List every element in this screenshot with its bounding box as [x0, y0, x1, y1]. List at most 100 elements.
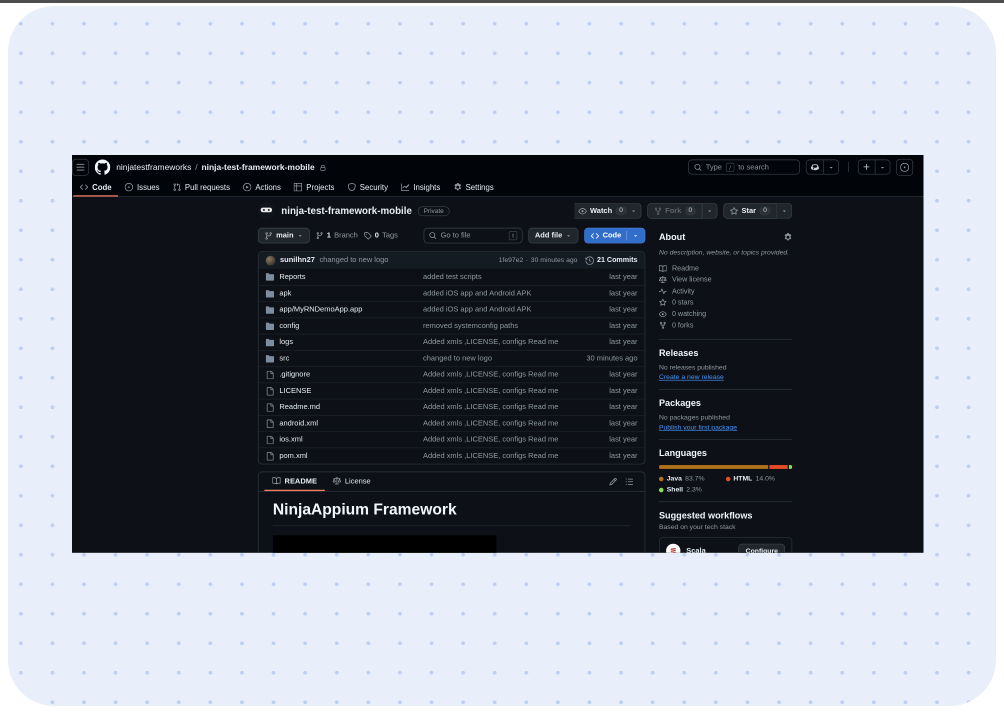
tab-pull-requests[interactable]: Pull requests [166, 179, 236, 197]
file-row: ios.xml Added xmls ,LICENSE, configs Read… [259, 431, 645, 447]
branches-link[interactable]: 1Branch [316, 232, 358, 240]
file-name[interactable]: ios.xml [279, 436, 302, 444]
workflow-name[interactable]: Scala [686, 547, 732, 553]
activity-link[interactable]: Activity [659, 286, 792, 297]
watch-button[interactable]: Watch 0 [574, 203, 641, 219]
star-icon [659, 299, 667, 307]
create-new-dropdown[interactable] [875, 160, 890, 174]
watching-link[interactable]: 0 watching [659, 308, 792, 319]
copilot-dropdown[interactable] [823, 160, 838, 174]
plus-icon[interactable] [859, 160, 875, 174]
breadcrumb-owner[interactable]: ninjatestframeworks [116, 162, 191, 172]
star-dropdown[interactable] [777, 203, 792, 219]
commit-hash[interactable]: 1fe97e2 [499, 256, 524, 264]
commit-history-link[interactable]: 21 Commits [585, 256, 637, 264]
file-commit-message[interactable]: changed to new logo [423, 355, 586, 363]
languages-legend: Java83.7% HTML14.0% Shell2.3% [659, 475, 792, 494]
languages-bar[interactable] [659, 465, 792, 469]
create-release-link[interactable]: Create a new release [659, 373, 724, 381]
tab-insights[interactable]: Insights [394, 179, 446, 197]
file-commit-message[interactable]: Added xmls ,LICENSE, configs Read me [423, 420, 609, 428]
tab-actions[interactable]: Actions [236, 179, 287, 197]
file-name[interactable]: config [279, 322, 299, 330]
tab-settings[interactable]: Settings [447, 179, 501, 197]
git-branch-icon [316, 232, 324, 240]
header-divider [848, 162, 849, 172]
tab-readme[interactable]: README [264, 472, 324, 491]
play-icon [243, 183, 251, 191]
github-logo[interactable] [95, 159, 111, 175]
file-name[interactable]: src [279, 355, 289, 363]
file-name[interactable]: pom.xml [279, 452, 307, 460]
code-button[interactable]: Code [584, 228, 645, 244]
file-name[interactable]: LICENSE [279, 387, 311, 395]
tab-security[interactable]: Security [341, 179, 395, 197]
workflow-card: Scala Configure Build and test a Scala p… [659, 537, 792, 553]
tab-license[interactable]: License [325, 472, 379, 491]
forks-link[interactable]: 0 forks [659, 320, 792, 331]
star-button[interactable]: Star 0 [723, 203, 777, 219]
star-button-group: Star 0 [723, 203, 792, 219]
pencil-icon[interactable] [609, 477, 617, 485]
tab-code[interactable]: Code [73, 179, 118, 197]
language-java[interactable]: Java83.7% [659, 475, 726, 483]
commit-message[interactable]: changed to new logo [319, 256, 388, 264]
file-name[interactable]: app/MyRNDemoApp.app [279, 306, 362, 314]
tab-projects[interactable]: Projects [287, 179, 341, 197]
readme-link[interactable]: Readme [659, 263, 792, 274]
book-icon [659, 265, 667, 273]
copilot-icon[interactable] [807, 160, 824, 174]
branch-selector[interactable]: main [258, 228, 310, 244]
file-name[interactable]: .gitignore [279, 371, 310, 379]
file-commit-message[interactable]: Added xmls ,LICENSE, configs Read me [423, 403, 609, 411]
file-table: sunilhn27 changed to new logo 1fe97e2 · … [258, 251, 645, 464]
watch-button-group: Watch 0 [574, 203, 641, 219]
fork-button[interactable]: Fork 0 [647, 203, 703, 219]
outline-list-icon[interactable] [625, 477, 633, 485]
create-new-button[interactable] [858, 160, 891, 175]
star-count: 0 [759, 206, 770, 215]
language-shell[interactable]: Shell2.3% [659, 486, 726, 494]
file-commit-message[interactable]: added iOS app and Android APK [423, 306, 609, 314]
file-commit-message[interactable]: Added xmls ,LICENSE, configs Read me [423, 371, 609, 379]
configure-button[interactable]: Configure [739, 544, 786, 553]
language-dot [659, 476, 664, 481]
file-commit-message[interactable]: Added xmls ,LICENSE, configs Read me [423, 387, 609, 395]
file-name[interactable]: apk [279, 290, 291, 298]
copilot-button[interactable] [806, 160, 839, 175]
readme-body: NinjaAppium Framework [259, 492, 645, 553]
file-commit-message[interactable]: Added xmls ,LICENSE, configs Read me [423, 338, 609, 346]
folder-icon [266, 273, 274, 281]
file-commit-message[interactable]: added iOS app and Android APK [423, 290, 609, 298]
stars-link[interactable]: 0 stars [659, 297, 792, 308]
issues-header-button[interactable] [896, 159, 913, 176]
file-commit-message[interactable]: added test scripts [423, 273, 609, 281]
avatar[interactable] [266, 255, 276, 265]
file-commit-message[interactable]: removed systemconfig paths [423, 322, 609, 330]
tab-issues[interactable]: Issues [118, 179, 166, 197]
github-header: ninjatestframeworks / ninja-test-framewo… [72, 155, 923, 197]
pulse-icon [659, 287, 667, 295]
file-name[interactable]: Reports [279, 273, 305, 281]
releases-empty-text: No releases published [659, 364, 792, 372]
commit-author[interactable]: sunilhn27 [280, 256, 315, 264]
folder-icon [266, 305, 274, 313]
file-name[interactable]: logs [279, 338, 293, 346]
hamburger-menu-button[interactable] [72, 159, 89, 176]
view-license-link[interactable]: View license [659, 274, 792, 285]
file-commit-message[interactable]: Added xmls ,LICENSE, configs Read me [423, 436, 609, 444]
language-html[interactable]: HTML14.0% [726, 475, 793, 483]
file-commit-message[interactable]: Added xmls ,LICENSE, configs Read me [423, 452, 609, 460]
history-icon [585, 256, 593, 264]
gear-icon[interactable] [784, 233, 792, 241]
tag-icon [364, 232, 372, 240]
add-file-button[interactable]: Add file [528, 228, 578, 244]
file-name[interactable]: Readme.md [279, 403, 320, 411]
publish-package-link[interactable]: Publish your first package [659, 423, 737, 431]
file-name[interactable]: android.xml [279, 420, 318, 428]
go-to-file-input[interactable] [441, 232, 505, 240]
breadcrumb-repo[interactable]: ninja-test-framework-mobile [202, 162, 315, 172]
fork-dropdown[interactable] [703, 203, 718, 219]
tags-link[interactable]: 0Tags [364, 232, 398, 240]
global-search-input[interactable]: Type / to search [688, 160, 800, 175]
